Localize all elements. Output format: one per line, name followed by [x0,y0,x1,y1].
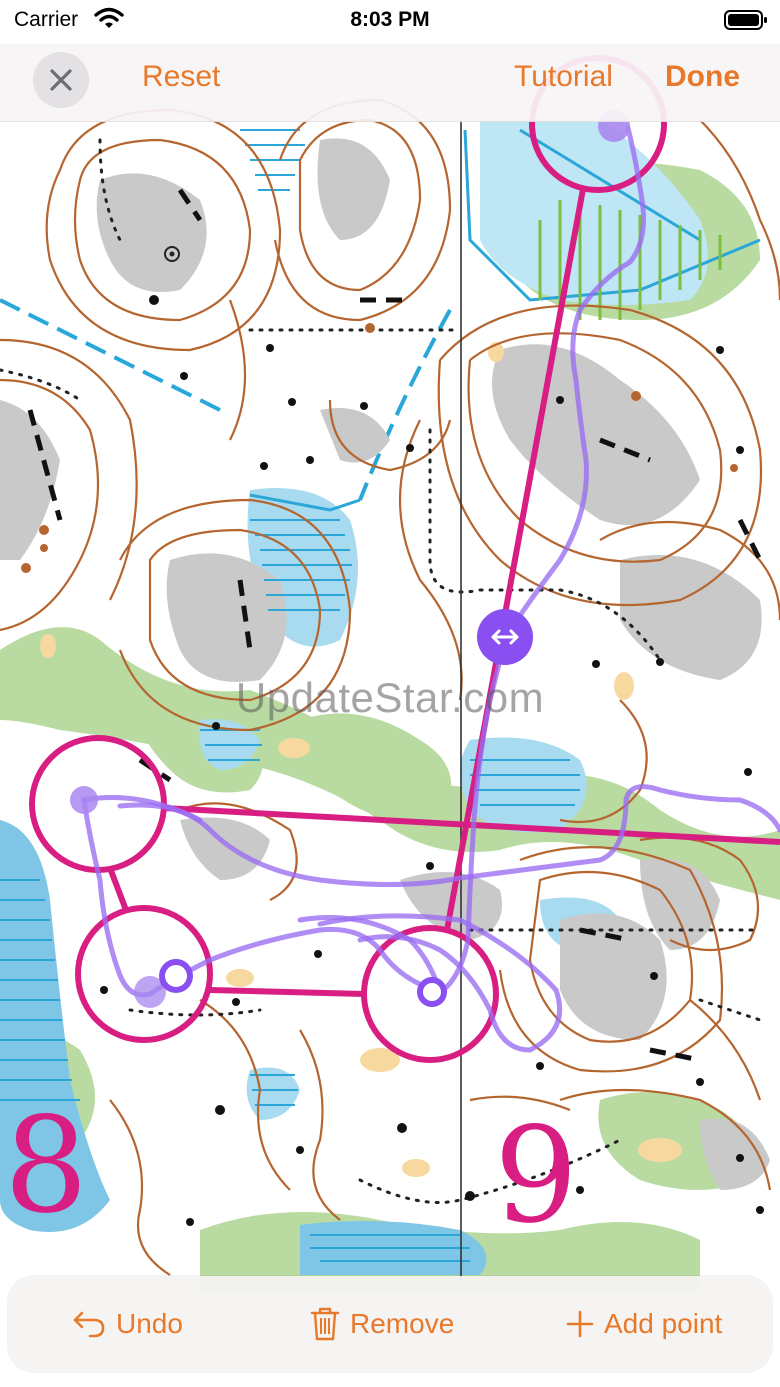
undo-button[interactable]: Undo [72,1304,183,1344]
done-button[interactable]: Done [665,60,740,94]
reset-button[interactable]: Reset [142,60,220,94]
course-leg-8-9 [209,987,365,997]
close-button[interactable] [33,52,89,108]
route-start-point [70,786,98,814]
remove-label: Remove [350,1308,455,1339]
route-handle-9[interactable] [417,977,447,1007]
watermark: UpdateStar.com [235,674,545,721]
plus-icon [566,1310,594,1338]
edit-toolbar: Undo Remove Add point [8,1276,772,1372]
navigation-bar: Reset Tutorial Done [0,44,780,122]
drag-handle[interactable] [477,609,533,665]
undo-icon [73,1311,105,1338]
battery-icon [724,10,767,30]
undo-label: Undo [116,1308,183,1339]
control-number-8: 8 [4,1089,88,1243]
status-bar: Carrier 8:03 PM [0,0,780,44]
clock: 8:03 PM [350,8,430,31]
control-number-9: 9 [494,1099,578,1253]
route-handle-8[interactable] [159,959,193,993]
remove-button[interactable]: Remove [310,1304,454,1344]
add-point-button[interactable]: Add point [566,1304,722,1344]
trash-icon [310,1307,340,1341]
close-icon [50,69,72,91]
add-point-label: Add point [604,1308,723,1339]
tutorial-button[interactable]: Tutorial [514,60,613,94]
